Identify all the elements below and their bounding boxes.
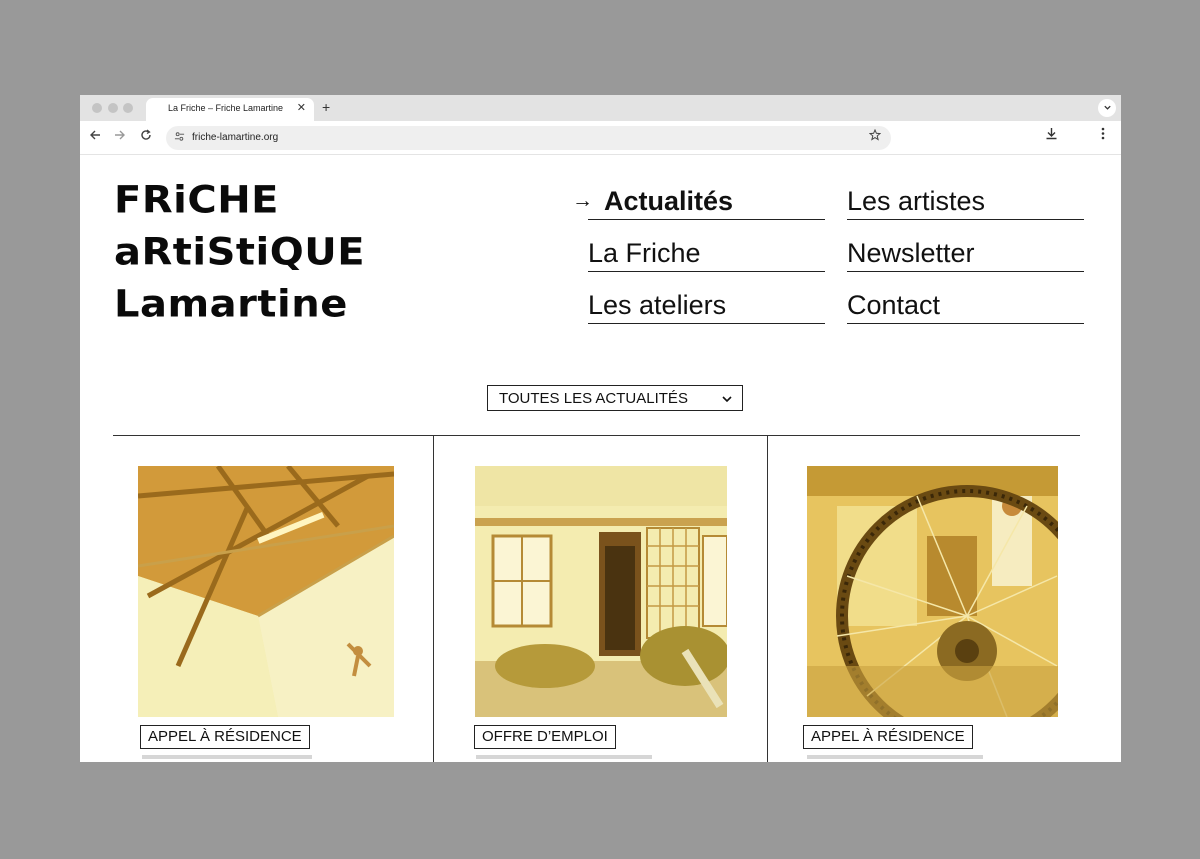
tab-strip: La Friche – Friche Lamartine ✕ + bbox=[80, 95, 1121, 121]
window-minimize-dot[interactable] bbox=[108, 103, 118, 113]
window-close-dot[interactable] bbox=[92, 103, 102, 113]
forward-button[interactable] bbox=[114, 129, 126, 145]
download-glyph bbox=[1046, 128, 1057, 140]
house-facade-photo bbox=[475, 466, 727, 717]
card-title-placeholder bbox=[807, 755, 983, 759]
logo-line-3: Lamartine bbox=[114, 282, 348, 326]
nav-item-les-artistes[interactable]: Les artistes bbox=[847, 177, 1084, 220]
logo-line-2: aRtiStiQUE bbox=[114, 230, 366, 274]
tab-search-button[interactable] bbox=[1098, 99, 1116, 117]
card-title-placeholder bbox=[476, 755, 652, 759]
divider-horizontal bbox=[113, 435, 1080, 436]
card-title-placeholder bbox=[142, 755, 312, 759]
star-icon[interactable] bbox=[868, 128, 882, 144]
new-tab-button[interactable]: + bbox=[322, 99, 330, 115]
browser-tab[interactable]: La Friche – Friche Lamartine ✕ bbox=[146, 98, 314, 121]
nav-item-les-ateliers[interactable]: Les ateliers bbox=[588, 281, 825, 324]
site-logo[interactable]: FRiCHE aRtiStiQUE Lamartine bbox=[114, 176, 365, 332]
logo-line-1: FRiCHE bbox=[114, 178, 279, 222]
arrow-right-icon: → bbox=[572, 189, 593, 212]
forward-arrow-icon bbox=[115, 130, 125, 140]
nav-label: Contact bbox=[847, 290, 941, 320]
chevron-down-icon bbox=[721, 387, 733, 410]
tab-title: La Friche – Friche Lamartine bbox=[168, 103, 284, 113]
category-filter-select[interactable]: TOUTES LES ACTUALITÉS bbox=[487, 385, 743, 411]
tab-close-icon[interactable]: ✕ bbox=[297, 101, 306, 114]
nav-label: La Friche bbox=[588, 238, 701, 268]
divider-vertical bbox=[767, 436, 768, 762]
browser-toolbar: friche-lamartine.org bbox=[80, 121, 1121, 155]
nav-item-actualites[interactable]: → Actualités bbox=[572, 177, 825, 220]
card-tag-appel-residence[interactable]: APPEL À RÉSIDENCE bbox=[803, 725, 973, 749]
warehouse-photo bbox=[138, 466, 394, 717]
news-card-image-bicycle[interactable] bbox=[807, 466, 1058, 717]
download-icon[interactable] bbox=[1045, 127, 1058, 143]
chevron-glyph bbox=[722, 396, 732, 403]
window-maximize-dot[interactable] bbox=[123, 103, 133, 113]
url-text: friche-lamartine.org bbox=[192, 132, 279, 143]
card-tag-offre-emploi[interactable]: OFFRE D’EMPLOI bbox=[474, 725, 616, 749]
address-bar[interactable]: friche-lamartine.org bbox=[166, 126, 891, 150]
tune-glyph bbox=[174, 132, 185, 141]
nav-item-la-friche[interactable]: La Friche bbox=[588, 229, 825, 272]
nav-item-contact[interactable]: Contact bbox=[847, 281, 1084, 324]
kebab-glyph bbox=[1101, 127, 1105, 140]
bicycle-workshop-photo bbox=[807, 466, 1058, 717]
news-card-image-warehouse[interactable] bbox=[138, 466, 394, 717]
filter-selected-value: TOUTES LES ACTUALITÉS bbox=[499, 390, 688, 407]
kebab-menu-icon[interactable] bbox=[1101, 127, 1105, 143]
web-page: FRiCHE aRtiStiQUE Lamartine → Actualités… bbox=[80, 156, 1121, 762]
nav-label: Les artistes bbox=[847, 186, 986, 216]
chevron-down-icon bbox=[1103, 105, 1111, 110]
star-glyph bbox=[868, 128, 882, 141]
site-settings-icon[interactable] bbox=[174, 131, 185, 145]
nav-label: Newsletter bbox=[847, 238, 975, 268]
divider-vertical bbox=[433, 436, 434, 762]
news-card-image-house[interactable] bbox=[475, 466, 727, 717]
browser-window: La Friche – Friche Lamartine ✕ + friche-… bbox=[80, 95, 1121, 762]
reload-icon bbox=[141, 129, 151, 140]
card-tag-appel-residence[interactable]: APPEL À RÉSIDENCE bbox=[140, 725, 310, 749]
nav-label: Les ateliers bbox=[588, 290, 727, 320]
back-arrow-icon bbox=[90, 130, 100, 140]
nav-label: Actualités bbox=[604, 186, 734, 216]
back-button[interactable] bbox=[89, 129, 101, 145]
reload-button[interactable] bbox=[140, 129, 152, 145]
nav-item-newsletter[interactable]: Newsletter bbox=[847, 229, 1084, 272]
